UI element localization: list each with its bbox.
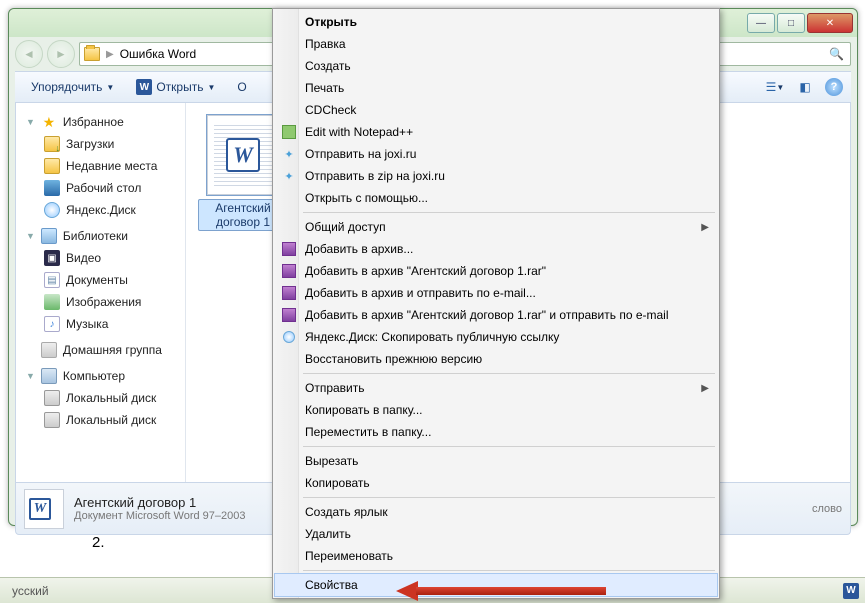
ctx-npp[interactable]: Edit with Notepad++ <box>275 121 717 143</box>
chevron-right-icon: ▶ <box>106 49 114 60</box>
ctx-moveto[interactable]: Переместить в папку... <box>275 421 717 443</box>
video-icon: ▣ <box>44 250 60 266</box>
joxi-icon: ✦ <box>281 146 297 162</box>
collapse-icon: ▼ <box>26 117 35 127</box>
organize-button[interactable]: Упорядочить ▼ <box>23 77 122 97</box>
ctx-sendto[interactable]: Отправить▶ <box>275 377 717 399</box>
taskbar-lang[interactable]: усский <box>6 582 55 600</box>
sidebar-item-localdisk[interactable]: Локальный диск <box>16 409 185 431</box>
submenu-arrow-icon: ▶ <box>701 383 709 394</box>
details-filename: Агентский договор 1 <box>74 495 246 510</box>
ctx-joxi[interactable]: ✦Отправить на joxi.ru <box>275 143 717 165</box>
collapse-icon: ▼ <box>26 231 35 241</box>
submenu-arrow-icon: ▶ <box>701 222 709 233</box>
address-path: Ошибка Word <box>120 47 197 61</box>
ctx-joxizip[interactable]: ✦Отправить в zip на joxi.ru <box>275 165 717 187</box>
tray-word-icon[interactable]: W <box>843 583 859 599</box>
sidebar: ▼★Избранное Загрузки Недавние места Рабо… <box>16 103 186 482</box>
drive-icon <box>44 390 60 406</box>
ctx-addarc[interactable]: Добавить в архив... <box>275 238 717 260</box>
sidebar-item-music[interactable]: ♪Музыка <box>16 313 185 335</box>
ctx-addrarmail[interactable]: Добавить в архив "Агентский договор 1.ra… <box>275 304 717 326</box>
folder-icon <box>84 47 100 61</box>
ctx-properties[interactable]: Свойства <box>275 574 717 596</box>
ctx-sharing[interactable]: Общий доступ▶ <box>275 216 717 238</box>
step-number: 2. <box>92 534 105 551</box>
ctx-rename[interactable]: Переименовать <box>275 545 717 567</box>
sidebar-item-yadisk[interactable]: Яндекс.Диск <box>16 199 185 221</box>
yadisk-icon <box>283 331 295 343</box>
ctx-print[interactable]: Печать <box>275 77 717 99</box>
notepadpp-icon <box>282 125 296 139</box>
minimize-button[interactable]: — <box>747 13 775 33</box>
winrar-icon <box>282 242 296 256</box>
sidebar-item-recent[interactable]: Недавние места <box>16 155 185 177</box>
winrar-icon <box>282 264 296 278</box>
ctx-openwith[interactable]: Открыть с помощью... <box>275 187 717 209</box>
ctx-cdcheck[interactable]: CDCheck <box>275 99 717 121</box>
sidebar-homegroup[interactable]: ▼Домашняя группа <box>16 339 185 361</box>
help-button[interactable]: ? <box>825 78 843 96</box>
computer-icon <box>41 368 57 384</box>
homegroup-icon <box>41 342 57 358</box>
sidebar-item-localdisk[interactable]: Локальный диск <box>16 387 185 409</box>
file-thumbnail: W <box>207 115 279 195</box>
truncated-button[interactable]: О <box>229 77 254 97</box>
images-icon <box>44 294 60 310</box>
preview-pane-button[interactable]: ◧ <box>795 77 815 97</box>
sidebar-computer[interactable]: ▼Компьютер <box>16 365 185 387</box>
ctx-delete[interactable]: Удалить <box>275 523 717 545</box>
details-filetype: Документ Microsoft Word 97–2003 <box>74 510 246 522</box>
recent-icon <box>44 158 60 174</box>
libraries-icon <box>41 228 57 244</box>
ctx-copy[interactable]: Копировать <box>275 472 717 494</box>
sidebar-item-images[interactable]: Изображения <box>16 291 185 313</box>
details-right: слово <box>812 503 842 515</box>
ctx-create[interactable]: Создать <box>275 55 717 77</box>
music-icon: ♪ <box>44 316 60 332</box>
ctx-edit[interactable]: Правка <box>275 33 717 55</box>
star-icon: ★ <box>41 114 57 130</box>
forward-button[interactable]: ► <box>47 40 75 68</box>
word-icon: W <box>226 138 260 172</box>
desktop-icon <box>44 180 60 196</box>
collapse-icon: ▼ <box>26 371 35 381</box>
chevron-down-icon: ▼ <box>207 83 215 92</box>
drive-icon <box>44 412 60 428</box>
joxi-icon: ✦ <box>281 168 297 184</box>
open-label: Открыть <box>156 80 203 94</box>
yadisk-icon <box>44 202 60 218</box>
back-button[interactable]: ◄ <box>15 40 43 68</box>
ctx-cut[interactable]: Вырезать <box>275 450 717 472</box>
documents-icon: ▤ <box>44 272 60 288</box>
ctx-shortcut[interactable]: Создать ярлык <box>275 501 717 523</box>
sidebar-item-video[interactable]: ▣Видео <box>16 247 185 269</box>
word-icon: W <box>136 79 152 95</box>
sidebar-favorites[interactable]: ▼★Избранное <box>16 111 185 133</box>
winrar-icon <box>282 308 296 322</box>
chevron-down-icon: ▼ <box>106 83 114 92</box>
context-menu: Открыть Правка Создать Печать CDCheck Ed… <box>272 8 720 599</box>
view-button[interactable]: ☰ ▼ <box>765 77 785 97</box>
winrar-icon <box>282 286 296 300</box>
downloads-icon <box>44 136 60 152</box>
ctx-ydcopy[interactable]: Яндекс.Диск: Скопировать публичную ссылк… <box>275 326 717 348</box>
sidebar-libraries[interactable]: ▼Библиотеки <box>16 225 185 247</box>
ctx-addrar[interactable]: Добавить в архив "Агентский договор 1.ra… <box>275 260 717 282</box>
ctx-addmail[interactable]: Добавить в архив и отправить по e-mail..… <box>275 282 717 304</box>
ctx-open[interactable]: Открыть <box>275 11 717 33</box>
details-icon: W <box>24 489 64 529</box>
sidebar-item-documents[interactable]: ▤Документы <box>16 269 185 291</box>
close-button[interactable]: ✕ <box>807 13 853 33</box>
organize-label: Упорядочить <box>31 80 102 94</box>
sidebar-item-desktop[interactable]: Рабочий стол <box>16 177 185 199</box>
ctx-restore[interactable]: Восстановить прежнюю версию <box>275 348 717 370</box>
sidebar-item-downloads[interactable]: Загрузки <box>16 133 185 155</box>
ctx-copyto[interactable]: Копировать в папку... <box>275 399 717 421</box>
search-icon: 🔍 <box>829 47 844 61</box>
open-button[interactable]: W Открыть ▼ <box>128 76 223 98</box>
maximize-button[interactable]: □ <box>777 13 805 33</box>
